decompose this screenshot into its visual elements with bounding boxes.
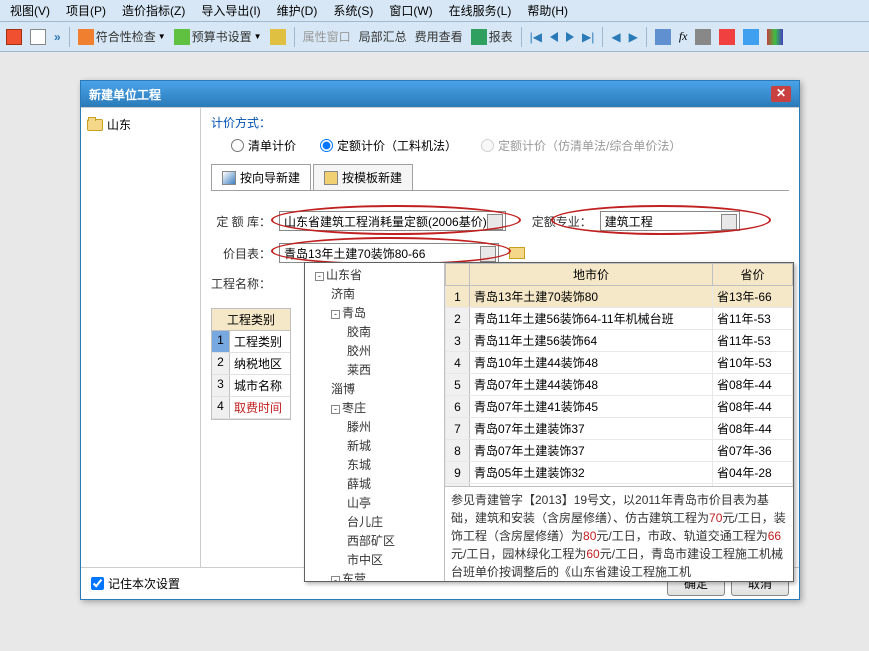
tb-calc-icon[interactable] bbox=[653, 27, 673, 47]
nav-down-icon[interactable]: ▶ bbox=[627, 28, 640, 46]
tb-tool-icon[interactable] bbox=[693, 27, 713, 47]
price-list-combo[interactable]: 青岛13年土建70装饰80-66 bbox=[279, 243, 499, 263]
menu-cost[interactable]: 造价指标(Z) bbox=[116, 0, 191, 21]
tb-color2-icon[interactable] bbox=[741, 27, 761, 47]
menu-maintain[interactable]: 维护(D) bbox=[271, 0, 324, 21]
price-list-label: 价目表： bbox=[211, 245, 271, 262]
report-button[interactable]: 报表 bbox=[469, 26, 515, 47]
wizard-icon bbox=[222, 171, 236, 185]
close-button[interactable]: ✕ bbox=[771, 86, 791, 102]
price-row[interactable]: 1青岛13年土建70装饰80省13年-66 bbox=[446, 286, 793, 308]
menu-view[interactable]: 视图(V) bbox=[4, 0, 56, 21]
radio-quota-pricing[interactable]: 定额计价（工料机法） bbox=[320, 137, 457, 154]
menu-help[interactable]: 帮助(H) bbox=[521, 0, 574, 21]
tree-node[interactable]: 薛城 bbox=[343, 474, 442, 493]
menu-bar: 视图(V) 项目(P) 造价指标(Z) 导入导出(I) 维护(D) 系统(S) … bbox=[0, 0, 869, 22]
price-row[interactable]: 5青岛07年土建44装饰48省08年-44 bbox=[446, 374, 793, 396]
folder-icon bbox=[87, 119, 103, 131]
open-icon bbox=[509, 247, 525, 259]
nav-up-icon[interactable]: ◀ bbox=[609, 28, 622, 46]
norm-spec-label: 定额专业： bbox=[532, 213, 592, 230]
price-row[interactable]: 8青岛07年土建装饰37省07年-36 bbox=[446, 440, 793, 462]
fee-view-button[interactable]: 费用查看 bbox=[413, 26, 465, 47]
price-row[interactable]: 6青岛07年土建41装饰45省08年-44 bbox=[446, 396, 793, 418]
nav-first-icon[interactable]: |◀ bbox=[528, 28, 544, 46]
price-row[interactable]: 2青岛11年土建56装饰64-11年机械台班省11年-53 bbox=[446, 308, 793, 330]
mini-row[interactable]: 2纳税地区 bbox=[212, 353, 290, 375]
tree-node[interactable]: 胶南 bbox=[343, 322, 442, 341]
tb-icon2[interactable] bbox=[268, 27, 288, 47]
menu-project[interactable]: 项目(P) bbox=[60, 0, 112, 21]
nav-prev-icon[interactable] bbox=[548, 30, 560, 44]
tab-template[interactable]: 按模板新建 bbox=[313, 164, 413, 190]
tb-open-icon[interactable] bbox=[4, 27, 24, 47]
dialog-title: 新建单位工程 bbox=[89, 86, 161, 103]
tree-node[interactable]: 山亭 bbox=[343, 493, 442, 512]
tb-color1-icon[interactable] bbox=[717, 27, 737, 47]
tree-node[interactable]: 市中区 bbox=[343, 550, 442, 569]
tb-next-icon[interactable]: » bbox=[52, 28, 63, 46]
project-name-label: 工程名称： bbox=[211, 275, 271, 292]
price-row[interactable]: 9青岛05年土建装饰32省04年-28 bbox=[446, 462, 793, 484]
price-row[interactable]: 4青岛10年土建44装饰48省10年-53 bbox=[446, 352, 793, 374]
menu-window[interactable]: 窗口(W) bbox=[383, 0, 438, 21]
pricing-method-label: 计价方式： bbox=[211, 114, 271, 131]
remember-checkbox[interactable]: 记住本次设置 bbox=[91, 575, 180, 592]
property-window-button: 属性窗口 bbox=[301, 26, 353, 47]
mini-row[interactable]: 4取费时间 bbox=[212, 397, 290, 419]
tree-node[interactable]: 台儿庄 bbox=[343, 512, 442, 531]
tree-node[interactable]: -东营 bbox=[327, 569, 442, 581]
tb-save-icon[interactable] bbox=[28, 27, 48, 47]
tree-node[interactable]: 莱西 bbox=[343, 360, 442, 379]
tree-node[interactable]: 济南 bbox=[327, 284, 442, 303]
popup-region-tree[interactable]: -山东省济南-青岛胶南胶州莱西淄博-枣庄滕州新城东城薛城山亭台儿庄西部矿区市中区… bbox=[305, 263, 445, 581]
tree-node[interactable]: 东城 bbox=[343, 455, 442, 474]
norm-lib-combo[interactable]: 山东省建筑工程消耗量定额(2006基价) bbox=[279, 211, 506, 231]
menu-system[interactable]: 系统(S) bbox=[327, 0, 379, 21]
norm-spec-combo[interactable]: 建筑工程 bbox=[600, 211, 740, 231]
norm-lib-label: 定 额 库： bbox=[211, 213, 271, 230]
tree-node-shandong[interactable]: 山东 bbox=[87, 114, 194, 135]
dialog-titlebar: 新建单位工程 ✕ bbox=[81, 81, 799, 107]
radio-quota-alt: 定额计价（仿清单法/综合单价法） bbox=[481, 137, 681, 154]
tree-node[interactable]: 西部矿区 bbox=[343, 531, 442, 550]
tab-wizard[interactable]: 按向导新建 bbox=[211, 164, 311, 190]
nav-last-icon[interactable]: ▶| bbox=[580, 28, 596, 46]
tb-fx-icon[interactable]: fx bbox=[677, 27, 690, 46]
region-tree[interactable]: 山东 bbox=[81, 108, 201, 567]
tree-node[interactable]: 淄博 bbox=[327, 379, 442, 398]
price-grid[interactable]: 地市价 省价 1青岛13年土建70装饰80省13年-662青岛11年土建56装饰… bbox=[445, 263, 793, 487]
nav-next-icon[interactable] bbox=[564, 30, 576, 44]
mini-row[interactable]: 1工程类别 bbox=[212, 331, 290, 353]
tree-node[interactable]: -山东省 bbox=[311, 265, 442, 284]
template-icon bbox=[324, 171, 338, 185]
price-list-popup: -山东省济南-青岛胶南胶州莱西淄博-枣庄滕州新城东城薛城山亭台儿庄西部矿区市中区… bbox=[304, 262, 794, 582]
price-row[interactable]: 3青岛11年土建56装饰64省11年-53 bbox=[446, 330, 793, 352]
tree-node[interactable]: -青岛 bbox=[327, 303, 442, 322]
tree-node[interactable]: -枣庄 bbox=[327, 398, 442, 417]
tb-books-icon[interactable] bbox=[765, 27, 785, 47]
tree-node[interactable]: 新城 bbox=[343, 436, 442, 455]
price-browse-button[interactable] bbox=[507, 245, 527, 261]
mini-row[interactable]: 3城市名称 bbox=[212, 375, 290, 397]
price-note: 参见青建管字【2013】19号文，以2011年青岛市价目表为基础，建筑和安装（含… bbox=[445, 487, 793, 581]
radio-list-pricing[interactable]: 清单计价 bbox=[231, 137, 296, 154]
price-row[interactable]: 7青岛07年土建装饰37省08年-44 bbox=[446, 418, 793, 440]
bureau-summary-button[interactable]: 局部汇总 bbox=[357, 26, 409, 47]
menu-import[interactable]: 导入导出(I) bbox=[195, 0, 266, 21]
compliance-check-button[interactable]: 符合性检查▼ bbox=[76, 26, 168, 47]
toolbar: » 符合性检查▼ 预算书设置▼ 属性窗口 局部汇总 费用查看 报表 |◀ ▶| … bbox=[0, 22, 869, 52]
tree-node[interactable]: 胶州 bbox=[343, 341, 442, 360]
menu-online[interactable]: 在线服务(L) bbox=[443, 0, 518, 21]
budget-settings-button[interactable]: 预算书设置▼ bbox=[172, 26, 264, 47]
tree-node[interactable]: 滕州 bbox=[343, 417, 442, 436]
category-grid[interactable]: 工程类别 1工程类别2纳税地区3城市名称4取费时间 bbox=[211, 308, 291, 420]
